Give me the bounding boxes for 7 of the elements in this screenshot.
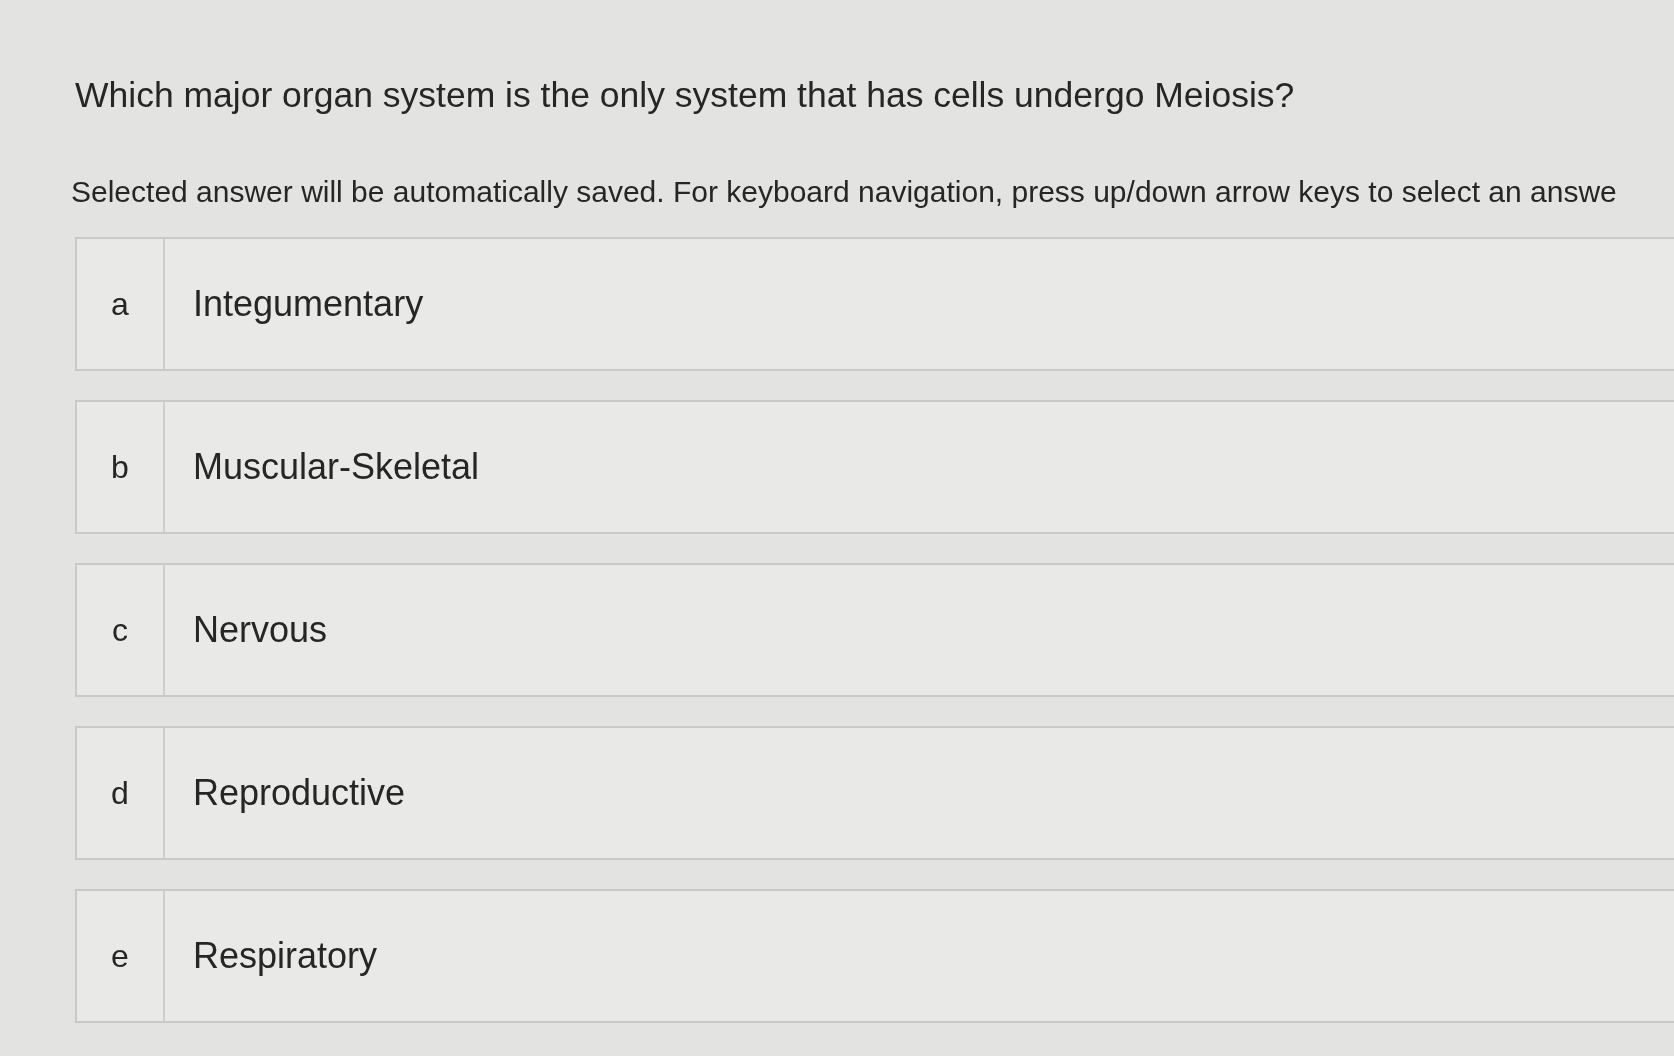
- answer-option[interactable]: a Integumentary: [75, 237, 1674, 371]
- answer-option[interactable]: d Reproductive: [75, 726, 1674, 860]
- question-text: Which major organ system is the only system that has cells undergo Meiosis?: [75, 74, 1295, 116]
- answer-option[interactable]: e Respiratory: [75, 889, 1674, 1023]
- answer-option[interactable]: c Nervous: [75, 563, 1674, 697]
- instruction-text: Selected answer will be automatically saved. For keyboard navigation, press up/down arrow keys to select an answe: [71, 174, 1617, 210]
- answer-option[interactable]: b Muscular-Skeletal: [75, 400, 1674, 534]
